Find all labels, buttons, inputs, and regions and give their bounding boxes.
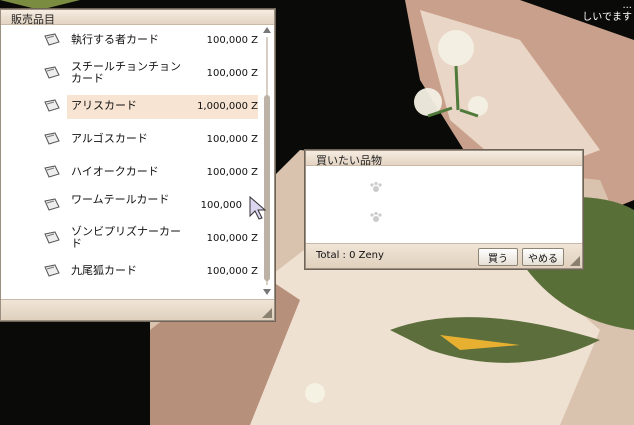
mouse-cursor-icon [249, 196, 267, 220]
card-icon [44, 198, 60, 211]
shop-footer [1, 299, 274, 320]
corner-text-line-2: しいでます [582, 12, 632, 23]
corner-text-line-1: ... [622, 0, 632, 11]
card-icon [44, 99, 60, 112]
cancel-button[interactable]: やめる [522, 248, 564, 266]
cart-titlebar[interactable]: 買いたい品物 [306, 151, 582, 167]
shop-item-name: スチールチョンチョンカード [71, 60, 181, 85]
shop-item-name: ゾンビプリズナーカード [71, 225, 181, 250]
shop-item[interactable]: アルゴスカード 100,000 Z [1, 124, 260, 154]
shop-item-price: 100,000 Z [206, 232, 258, 244]
resize-grip-icon[interactable] [570, 256, 580, 266]
shop-item-selected[interactable]: アリスカード 1,000,000 Z [1, 91, 260, 121]
shop-window: 販売品目 執行する者カード 100,000 Z スチールチョンチョンカード 10… [0, 9, 275, 321]
cart-window: 買いたい品物 Total : 0 Zeny 買う やめる [305, 150, 583, 269]
cart-item-area[interactable] [324, 167, 580, 241]
card-icon [44, 132, 60, 145]
shop-item-list: 執行する者カード 100,000 Z スチールチョンチョンカード 100,000… [1, 25, 260, 295]
shop-item[interactable]: 九尾狐カード 100,000 Z [1, 256, 260, 286]
shop-item-name: アルゴスカード [71, 132, 148, 145]
card-icon [44, 165, 60, 178]
shop-item-name: ハイオークカード [71, 165, 159, 178]
cart-title: 買いたい品物 [316, 154, 382, 167]
shop-item[interactable]: 執行する者カード 100,000 Z [1, 25, 260, 55]
cart-footer: Total : 0 Zeny 買う やめる [306, 243, 582, 268]
shop-item-price: 1,000,000 Z [197, 100, 258, 112]
shop-item-price: 100,000 Z [206, 133, 258, 145]
shop-item-price: 100,000 Z [206, 67, 258, 79]
card-icon [44, 66, 60, 79]
card-icon [44, 264, 60, 277]
shop-item[interactable]: ゾンビプリズナーカード 100,000 Z [1, 223, 260, 253]
shop-item-name: アリスカード [71, 99, 137, 112]
shop-item[interactable]: ワームテールカード 100,000 [1, 190, 260, 220]
shop-item-price: 100,000 Z [206, 166, 258, 178]
shop-item-name: ワームテールカード [71, 193, 170, 206]
shop-item-name: 九尾狐カード [71, 264, 137, 277]
cart-total: Total : 0 Zeny [316, 250, 384, 261]
shop-item-price: 100,000 Z [206, 265, 258, 277]
shop-item-name: 執行する者カード [71, 33, 159, 46]
resize-grip-icon[interactable] [262, 308, 272, 318]
shop-item[interactable]: スチールチョンチョンカード 100,000 Z [1, 58, 260, 88]
shop-scrollbar[interactable] [261, 27, 273, 295]
corner-chat-text: ... しいでます [582, 0, 632, 24]
empty-slot-paw-icon [370, 181, 382, 192]
scroll-thumb[interactable] [264, 95, 270, 281]
card-icon [44, 231, 60, 244]
shop-titlebar[interactable]: 販売品目 [1, 10, 274, 26]
card-icon [44, 33, 60, 46]
empty-slot-paw-icon [370, 211, 382, 222]
shop-item-price: 100,000 [200, 199, 242, 211]
scroll-up-icon[interactable] [263, 27, 271, 33]
shop-item[interactable]: ハイオークカード 100,000 Z [1, 157, 260, 187]
buy-button[interactable]: 買う [478, 248, 518, 266]
shop-item-price: 100,000 Z [206, 34, 258, 46]
scroll-down-icon[interactable] [263, 289, 271, 295]
